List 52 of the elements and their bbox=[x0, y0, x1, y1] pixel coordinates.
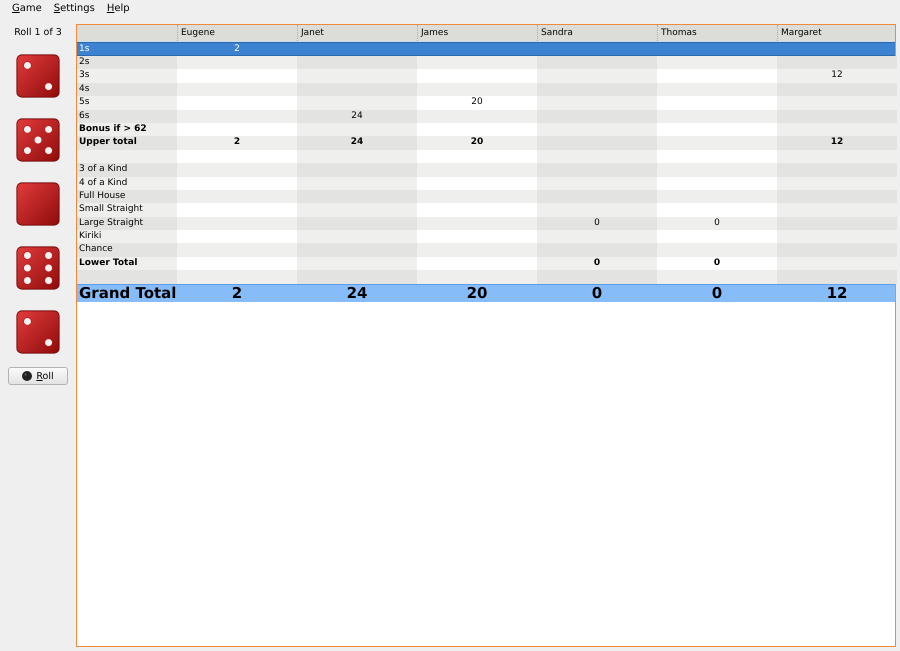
table-cell-text: 24 bbox=[346, 284, 368, 302]
roll-status: Roll 1 of 3 bbox=[14, 27, 62, 38]
menu-item[interactable]: Help bbox=[100, 2, 136, 14]
column-header[interactable]: James bbox=[417, 25, 537, 41]
die-icon[interactable] bbox=[14, 244, 62, 292]
column-header[interactable]: Janet bbox=[297, 25, 417, 41]
table-cell: 2 bbox=[177, 136, 297, 150]
row-label: Large Straight bbox=[77, 216, 177, 230]
menu-item[interactable]: Settings bbox=[48, 2, 101, 14]
row-label: Kiriki bbox=[77, 230, 177, 244]
row-label: Small Straight bbox=[77, 203, 177, 217]
column-header[interactable]: Margaret bbox=[777, 25, 897, 41]
row-label: 4s bbox=[77, 82, 177, 96]
row-label: 3s bbox=[77, 69, 177, 83]
row-label: 6s bbox=[77, 110, 177, 123]
die-icon[interactable] bbox=[14, 116, 62, 164]
column-header[interactable]: Eugene bbox=[177, 25, 297, 41]
table-cell-text: 0 bbox=[590, 284, 604, 302]
table-cell-text: 2 bbox=[230, 284, 244, 302]
row-label: Full House bbox=[77, 190, 177, 204]
table-cell: 20 bbox=[417, 136, 537, 150]
row-label: Chance bbox=[77, 243, 177, 257]
die-icon[interactable] bbox=[14, 52, 62, 100]
table-cell: 24 bbox=[297, 136, 417, 150]
table-cell-text: 20 bbox=[466, 284, 488, 302]
table-cell-text: 12 bbox=[826, 284, 848, 302]
table-cell: 0 bbox=[657, 256, 777, 270]
row-label: 4 of a Kind bbox=[77, 176, 177, 190]
selected-row[interactable]: 1s 2 bbox=[77, 42, 895, 56]
ball-icon bbox=[22, 371, 32, 381]
roll-button[interactable]: Roll bbox=[8, 367, 68, 385]
table-cell: 24 bbox=[297, 110, 417, 123]
row-label: 5s bbox=[77, 96, 177, 110]
menu-item[interactable]: Game bbox=[6, 2, 48, 14]
table-cell: 12 bbox=[777, 69, 897, 83]
table-cell: 0 bbox=[657, 216, 777, 230]
table-cell: 0 bbox=[537, 256, 657, 270]
die-icon[interactable] bbox=[14, 180, 62, 228]
column-header[interactable]: Sandra bbox=[537, 25, 657, 41]
table-cell-text: 2 bbox=[233, 43, 241, 56]
row-label: 1s bbox=[78, 43, 90, 56]
table-cell: 12 bbox=[777, 136, 897, 150]
row-label: 2s bbox=[77, 56, 177, 70]
row-label: Lower Total bbox=[77, 256, 177, 270]
column-header[interactable]: Thomas bbox=[657, 25, 777, 41]
table-cell: 0 bbox=[537, 216, 657, 230]
row-label: Bonus if > 62 bbox=[77, 122, 177, 136]
die-icon[interactable] bbox=[14, 308, 62, 356]
row-label: Grand Total bbox=[78, 284, 177, 302]
table-cell-text: 0 bbox=[710, 284, 724, 302]
row-label: Upper total bbox=[77, 136, 177, 150]
row-label: 3 of a Kind bbox=[77, 163, 177, 177]
